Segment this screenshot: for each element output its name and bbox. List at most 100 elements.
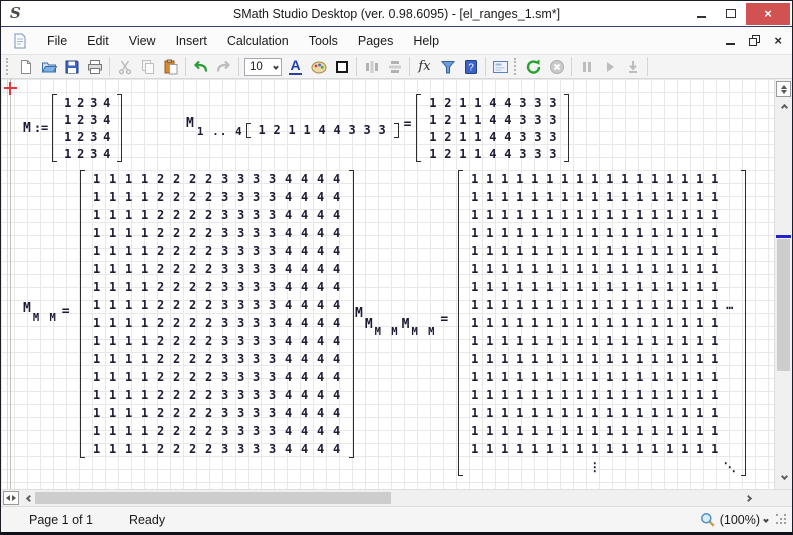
interrupt-button[interactable] (545, 56, 568, 78)
matrix-cell: 1 (93, 353, 100, 365)
matrix-16x16-result[interactable]: 1111222233334444111122223333444411112222… (80, 169, 354, 459)
show-borders-button[interactable] (330, 56, 353, 78)
vertical-scroll-thumb[interactable] (777, 239, 790, 371)
filter-button[interactable] (436, 56, 459, 78)
font-color-button[interactable]: A (284, 56, 307, 78)
matrix-index-result[interactable]: 121144333121144333121144333121144333 (416, 93, 569, 163)
matrix-cell: 1 (501, 245, 508, 257)
document-menu-button[interactable] (9, 31, 31, 51)
cut-button[interactable] (113, 56, 136, 78)
side-panel-button[interactable] (489, 56, 512, 78)
horizontal-scrollbar[interactable] (1, 489, 792, 506)
toolbar-grip[interactable] (514, 58, 518, 75)
matrix-cell: 1 (591, 407, 598, 419)
matrix-cell: 3 (253, 443, 260, 455)
resume-button[interactable] (598, 56, 621, 78)
resize-grip[interactable] (776, 514, 788, 526)
toolbar-grip[interactable] (6, 58, 10, 75)
matrix-cell: 3 (90, 114, 97, 126)
expression-indexed-range[interactable]: M 1 .. 4 121144333 = 1211443331211443331… (186, 91, 569, 165)
matrix-m-definition[interactable]: 1234123412341234 (52, 93, 122, 163)
expression-nested-index[interactable]: M M M M M M M = 111111111111111111111111… (355, 169, 746, 477)
print-button[interactable] (83, 56, 106, 78)
matrix-cell: 1 (486, 227, 493, 239)
matrix-cell: 1 (546, 371, 553, 383)
menu-tools[interactable]: Tools (299, 30, 348, 52)
expression-m-indexed-by-m[interactable]: M M M = 11112222333344441111222233334444… (23, 169, 354, 459)
matrix-cell: 1 (486, 317, 493, 329)
matrix-cell: 1 (141, 443, 148, 455)
menu-insert[interactable]: Insert (166, 30, 217, 52)
matrix-cell: 1 (621, 245, 628, 257)
matrix-cell: 1 (636, 227, 643, 239)
matrix-ones-truncated[interactable]: 1111111111111111111111111111111111111111… (458, 169, 746, 477)
scroll-down-button[interactable] (776, 468, 792, 484)
redo-icon (215, 59, 232, 75)
menu-file[interactable]: File (37, 30, 77, 52)
matrix-cell: 1 (125, 173, 132, 185)
matrix-cell: 4 (285, 227, 292, 239)
paste-button[interactable] (159, 56, 182, 78)
close-button[interactable]: × (746, 3, 790, 25)
menu-edit[interactable]: Edit (77, 30, 119, 52)
menu-calculation[interactable]: Calculation (217, 30, 299, 52)
assign-operator: := (34, 121, 48, 135)
matrix-cell: 1 (651, 263, 658, 275)
matrix-cell: 2 (77, 97, 84, 109)
undo-button[interactable] (189, 56, 212, 78)
matrix-cell: 1 (606, 191, 613, 203)
recalculate-button[interactable] (522, 56, 545, 78)
matrix-cell: 1 (696, 353, 703, 365)
menu-pages[interactable]: Pages (348, 30, 403, 52)
matrix-cell: 2 (157, 443, 164, 455)
matrix-grid: 1111222233334444111122223333444411112222… (85, 169, 349, 459)
matrix-cell: 1 (471, 407, 478, 419)
redo-button[interactable] (212, 56, 235, 78)
matrix-cell: 1 (696, 299, 703, 311)
matrix-cell: 3 (253, 191, 260, 203)
menu-view[interactable]: View (119, 30, 166, 52)
matrix-cell: 1 (711, 407, 718, 419)
scroll-up-button[interactable] (776, 99, 792, 115)
mdi-minimize-icon[interactable] (726, 43, 735, 45)
matrix-cell: 1 (141, 209, 148, 221)
pause-button[interactable] (575, 56, 598, 78)
step-button[interactable] (621, 56, 644, 78)
background-color-button[interactable] (307, 56, 330, 78)
index-vector[interactable]: 121144333 (246, 122, 399, 139)
menu-help[interactable]: Help (403, 30, 449, 52)
align-horizontal-button[interactable] (360, 56, 383, 78)
matrix-cell: 1 (591, 389, 598, 401)
reference-book-button[interactable]: ? (459, 56, 482, 78)
matrix-cell: … (726, 299, 733, 311)
matrix-cell: 1 (471, 443, 478, 455)
mdi-close-icon[interactable]: × (774, 34, 782, 47)
copy-button[interactable] (136, 56, 159, 78)
minimize-button[interactable] (686, 3, 716, 24)
matrix-cell: 1 (711, 281, 718, 293)
matrix-cell: 2 (157, 227, 164, 239)
vertical-splitter-handle[interactable] (776, 81, 791, 97)
horizontal-splitter-handle[interactable] (3, 491, 19, 505)
scroll-right-button[interactable] (740, 490, 756, 506)
align-vertical-button[interactable] (383, 56, 406, 78)
vertical-scrollbar[interactable] (774, 79, 792, 489)
zoom-control[interactable]: (100%) (700, 512, 768, 528)
open-button[interactable] (37, 56, 60, 78)
subscript-m-m: M M (411, 326, 436, 338)
insert-function-button[interactable]: fx (413, 56, 436, 78)
save-button[interactable] (60, 56, 83, 78)
chevron-down-icon[interactable] (763, 517, 769, 523)
mdi-restore-icon[interactable] (749, 35, 760, 46)
matrix-cell: 1 (93, 281, 100, 293)
expression-matrix-definition[interactable]: M := 1234123412341234 (23, 91, 122, 165)
horizontal-scroll-thumb[interactable] (35, 492, 391, 504)
maximize-button[interactable] (716, 3, 746, 24)
new-button[interactable] (14, 56, 37, 78)
matrix-bracket-right (117, 94, 122, 162)
font-size-combo[interactable]: 10 (244, 58, 282, 76)
matrix-cell: 2 (173, 281, 180, 293)
matrix-cell: 1 (516, 245, 523, 257)
worksheet-canvas[interactable]: M := 1234123412341234 M 1 .. 4 121144333… (1, 79, 792, 489)
matrix-cell: 2 (189, 263, 196, 275)
